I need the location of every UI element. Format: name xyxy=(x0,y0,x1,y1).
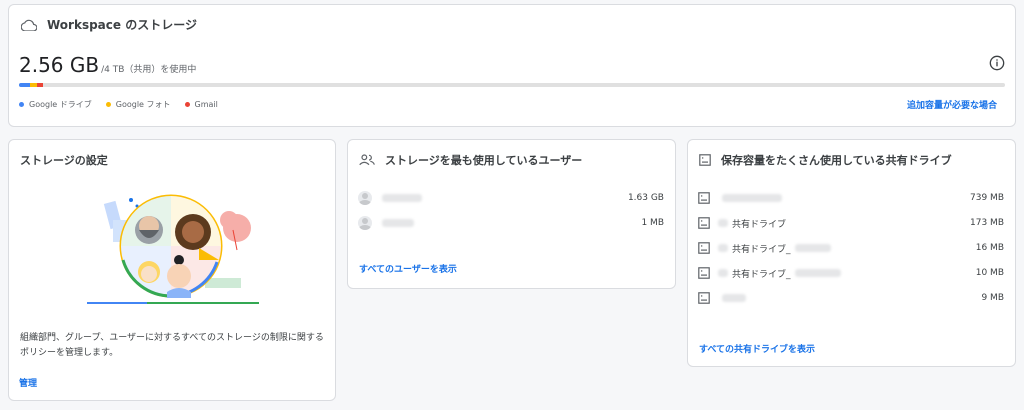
storage-settings-card: ストレージの設定 組織部門、グループ、ユーザーに対するすべてのストレージの制限に… xyxy=(8,139,336,401)
redacted-drive-name xyxy=(722,294,746,302)
legend-dot-gmail xyxy=(184,102,190,107)
cloud-icon xyxy=(21,19,37,31)
shared-drive-icon xyxy=(698,267,710,279)
user-row[interactable]: 1 MB xyxy=(358,213,664,233)
usage-segment-gmail xyxy=(36,83,43,87)
manage-link[interactable]: 管理 xyxy=(19,376,37,389)
drive-usage: 16 MB xyxy=(975,243,1004,253)
redacted-drive-name xyxy=(718,269,728,277)
top-users-title: ストレージを最も使用しているユーザー xyxy=(359,152,582,168)
storage-settings-title: ストレージの設定 xyxy=(20,154,108,167)
drive-usage: 173 MB xyxy=(970,218,1004,228)
user-usage: 1.63 GB xyxy=(627,193,664,203)
workspace-title-text: Workspace のストレージ xyxy=(47,18,197,32)
legend-item-photos: Google フォト xyxy=(105,99,171,110)
redacted-drive-name xyxy=(794,244,831,252)
avatar xyxy=(358,191,372,205)
legend-label-drive: Google ドライブ xyxy=(29,100,92,109)
more-storage-link[interactable]: 追加容量が必要な場合 xyxy=(907,98,997,111)
shared-drive-icon xyxy=(698,217,710,229)
shared-drives-card: 保存容量をたくさん使用している共有ドライブ 739 MB 共有ドライブ 173 … xyxy=(687,139,1016,367)
drive-name: 共有ドライブ_ xyxy=(718,242,831,255)
people-icon xyxy=(359,154,375,166)
shared-drive-icon xyxy=(698,292,710,304)
avatar xyxy=(358,216,372,230)
usage-legend: Google ドライブ Google フォト Gmail xyxy=(19,99,218,110)
usage-segment-drive xyxy=(19,83,30,87)
workspace-storage-card: Workspace のストレージ 2.56 GB /4 TB（共用）を使用中 G… xyxy=(8,4,1016,127)
drive-name xyxy=(718,294,746,302)
legend-dot-photos xyxy=(105,102,111,107)
info-icon[interactable] xyxy=(989,55,1005,71)
legend-item-gmail: Gmail xyxy=(184,99,218,110)
shared-drive-icon xyxy=(698,242,710,254)
drive-row[interactable]: 739 MB xyxy=(698,188,1004,208)
drive-usage: 10 MB xyxy=(975,268,1004,278)
redacted-drive-name xyxy=(718,219,728,227)
user-usage: 1 MB xyxy=(641,218,664,228)
shared-drive-icon xyxy=(698,192,710,204)
legend-dot-drive xyxy=(19,102,24,107)
used-amount: 2.56 GB xyxy=(19,53,100,77)
total-amount: /4 TB（共用）を使用中 xyxy=(101,65,197,75)
redacted-drive-name xyxy=(722,194,782,202)
drive-row[interactable]: 共有ドライブ 173 MB xyxy=(698,213,1004,233)
redacted-user-name xyxy=(382,194,422,202)
drive-name-text: 共有ドライブ_ xyxy=(732,269,791,280)
drive-name: 共有ドライブ xyxy=(718,217,786,230)
redacted-drive-name xyxy=(718,244,728,252)
storage-illustration xyxy=(87,194,259,304)
shared-drives-title-text: 保存容量をたくさん使用している共有ドライブ xyxy=(721,154,952,167)
top-users-title-text: ストレージを最も使用しているユーザー xyxy=(385,154,583,167)
drive-usage: 739 MB xyxy=(970,193,1004,203)
drive-name-text: 共有ドライブ xyxy=(732,219,787,230)
storage-usage: 2.56 GB /4 TB（共用）を使用中 xyxy=(19,53,196,77)
legend-label-gmail: Gmail xyxy=(194,100,218,109)
usage-segment-photos xyxy=(29,83,37,87)
drive-usage: 9 MB xyxy=(981,293,1004,303)
top-users-card: ストレージを最も使用しているユーザー 1.63 GB 1 MB すべてのユーザー… xyxy=(347,139,676,289)
redacted-drive-name xyxy=(794,269,841,277)
shared-drive-icon xyxy=(699,154,711,166)
drive-name-text: 共有ドライブ_ xyxy=(732,244,791,255)
storage-usage-bar xyxy=(19,83,1005,87)
drive-row[interactable]: 9 MB xyxy=(698,288,1004,308)
storage-settings-description: 組織部門、グループ、ユーザーに対するすべてのストレージの制限に関するポリシーを管… xyxy=(20,333,324,358)
shared-drives-title: 保存容量をたくさん使用している共有ドライブ xyxy=(699,152,952,168)
legend-label-photos: Google フォト xyxy=(115,100,171,109)
legend-item-drive: Google ドライブ xyxy=(19,99,92,110)
drive-name xyxy=(718,194,782,202)
view-all-shared-drives-link[interactable]: すべての共有ドライブを表示 xyxy=(699,342,815,355)
user-row[interactable]: 1.63 GB xyxy=(358,188,664,208)
drive-row[interactable]: 共有ドライブ_ 16 MB xyxy=(698,238,1004,258)
view-all-users-link[interactable]: すべてのユーザーを表示 xyxy=(359,262,457,275)
drive-name: 共有ドライブ_ xyxy=(718,267,841,280)
drive-row[interactable]: 共有ドライブ_ 10 MB xyxy=(698,263,1004,283)
workspace-storage-title: Workspace のストレージ xyxy=(21,16,197,33)
redacted-user-name xyxy=(382,219,414,227)
